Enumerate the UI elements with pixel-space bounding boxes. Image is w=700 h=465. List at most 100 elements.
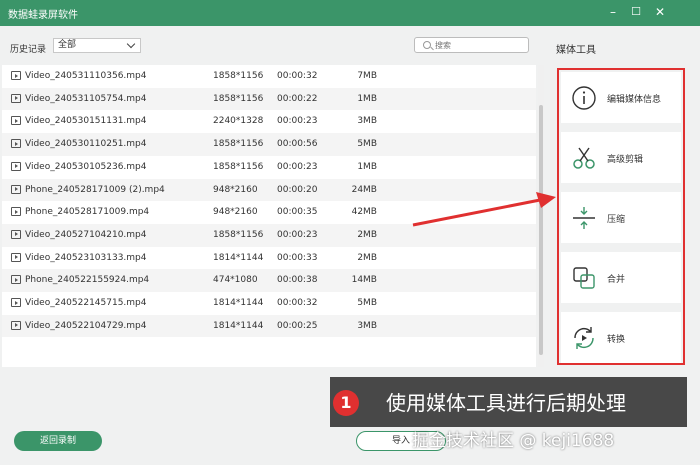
merge-icon [573,267,595,289]
media-tools-title: 媒体工具 [556,45,596,56]
history-filter-select[interactable]: 全部 [53,38,141,53]
video-file-icon [11,320,21,330]
video-file-icon [11,184,21,194]
file-duration: 00:00:32 [277,71,318,81]
file-duration: 00:00:32 [277,298,318,308]
tool-label: 编辑媒体信息 [607,95,662,105]
convert-icon [574,327,594,349]
tool-convert[interactable]: 转换 [561,312,681,363]
annotation-arrow-icon [412,192,556,227]
video-file-icon [11,207,21,217]
annotation-step-badge: 1 [333,390,359,416]
file-resolution: 2240*1328 [213,116,264,127]
file-size: 24MB [351,184,377,195]
tool-edit-media-info[interactable]: 编辑媒体信息 [561,72,681,123]
file-duration: 00:00:35 [277,207,318,218]
media-tools-highlight: 编辑媒体信息 高级剪辑 压缩 合并 转换 [557,68,685,365]
file-name: Phone_240528171009.mp4 [25,207,150,218]
tool-compress[interactable]: 压缩 [561,192,681,243]
video-file-icon [11,252,21,262]
maximize-button[interactable]: ☐ [628,4,644,20]
file-size: 2MB [357,229,377,240]
search-input[interactable] [435,39,525,51]
file-duration: 00:00:22 [277,93,318,104]
file-row[interactable]: Video_240531110356.mp4 1858*1156 00:00:32 7… [2,65,536,88]
file-name: Video_240531105754.mp4 [25,93,147,104]
file-size: 1MB [357,93,377,104]
file-duration: 00:00:23 [277,116,318,127]
file-name: Video_240531110356.mp4 [25,71,147,81]
file-duration: 00:00:38 [277,275,318,286]
file-resolution: 948*2160 [213,184,258,195]
file-name: Video_240527104210.mp4 [25,229,147,240]
tool-label: 高级剪辑 [607,155,644,165]
search-icon [423,41,431,49]
file-duration: 00:00:23 [277,229,318,240]
scissors-icon [573,147,595,169]
file-row[interactable]: Phone_240522155924.mp4 474*1080 00:00:38 14… [2,269,536,292]
file-duration: 00:00:33 [277,252,318,263]
file-row[interactable]: Video_240523103133.mp4 1814*1144 00:00:33 2… [2,247,536,270]
watermark-text: 掘金技术社区 @ keji1688 [412,431,615,451]
file-duration: 00:00:23 [277,161,318,172]
file-resolution: 1814*1144 [213,252,264,263]
file-name: Video_240522145715.mp4 [25,298,147,308]
file-resolution: 1814*1144 [213,320,264,331]
video-file-icon [11,275,21,285]
file-resolution: 1858*1156 [213,71,264,81]
file-size: 5MB [357,298,377,308]
file-row[interactable]: Video_240531105754.mp4 1858*1156 00:00:22 1… [2,87,536,111]
file-size: 3MB [357,320,377,331]
file-resolution: 1858*1156 [213,229,264,240]
file-size: 2MB [357,252,377,263]
video-file-icon [11,229,21,239]
tool-label: 压缩 [607,215,626,225]
file-duration: 00:00:20 [277,184,318,195]
file-size: 14MB [351,275,377,286]
file-row[interactable]: Video_240522145715.mp4 1814*1144 00:00:32 5… [2,292,536,315]
video-file-icon [11,139,21,149]
window-title: 数据蛙录屏软件 [8,10,78,21]
file-row[interactable]: Video_240530151131.mp4 2240*1328 00:00:23 3… [2,110,536,133]
file-duration: 00:00:25 [277,320,318,331]
tool-merge[interactable]: 合并 [561,252,681,303]
file-row[interactable]: Video_240530105236.mp4 1858*1156 00:00:23 1… [2,156,536,179]
file-size: 7MB [357,71,377,81]
minimize-button[interactable]: – [605,4,621,20]
file-name: Phone_240522155924.mp4 [25,275,150,286]
video-file-icon [11,93,21,103]
file-size: 3MB [357,116,377,127]
history-label: 历史记录 [10,45,47,55]
file-size: 1MB [357,161,377,172]
file-name: Video_240523103133.mp4 [25,252,147,263]
search-box[interactable] [414,37,529,53]
video-file-icon [11,71,21,80]
file-size: 5MB [357,139,377,150]
tool-label: 转换 [607,335,626,345]
file-row[interactable]: Video_240522104729.mp4 1814*1144 00:00:25 3… [2,314,536,338]
close-button[interactable]: ✕ [652,4,668,20]
file-name: Video_240530151131.mp4 [25,116,147,127]
annotation-text: 使用媒体工具进行后期处理 [386,391,626,415]
file-name: Video_240530105236.mp4 [25,161,147,172]
file-name: Phone_240528171009 (2).mp4 [25,184,165,195]
compress-icon [573,207,595,229]
file-resolution: 474*1080 [213,275,258,286]
tool-advanced-cut[interactable]: 高级剪辑 [561,132,681,183]
file-name: Video_240522104729.mp4 [25,320,147,331]
title-bar: 数据蛙录屏软件 – ☐ ✕ [0,0,700,26]
file-size: 42MB [351,207,377,218]
file-row[interactable]: Video_240530110251.mp4 1858*1156 00:00:56 5… [2,133,536,156]
video-file-icon [11,298,21,307]
file-resolution: 1858*1156 [213,93,264,104]
history-filter-value: 全部 [58,40,77,50]
video-file-icon [11,161,21,171]
file-resolution: 1814*1144 [213,298,264,308]
file-resolution: 1858*1156 [213,139,264,150]
chevron-down-icon [126,39,136,49]
file-name: Video_240530110251.mp4 [25,139,147,150]
file-duration: 00:00:56 [277,139,318,150]
file-resolution: 1858*1156 [213,161,264,172]
back-to-record-button[interactable]: 返回录制 [14,431,102,451]
video-file-icon [11,116,21,126]
